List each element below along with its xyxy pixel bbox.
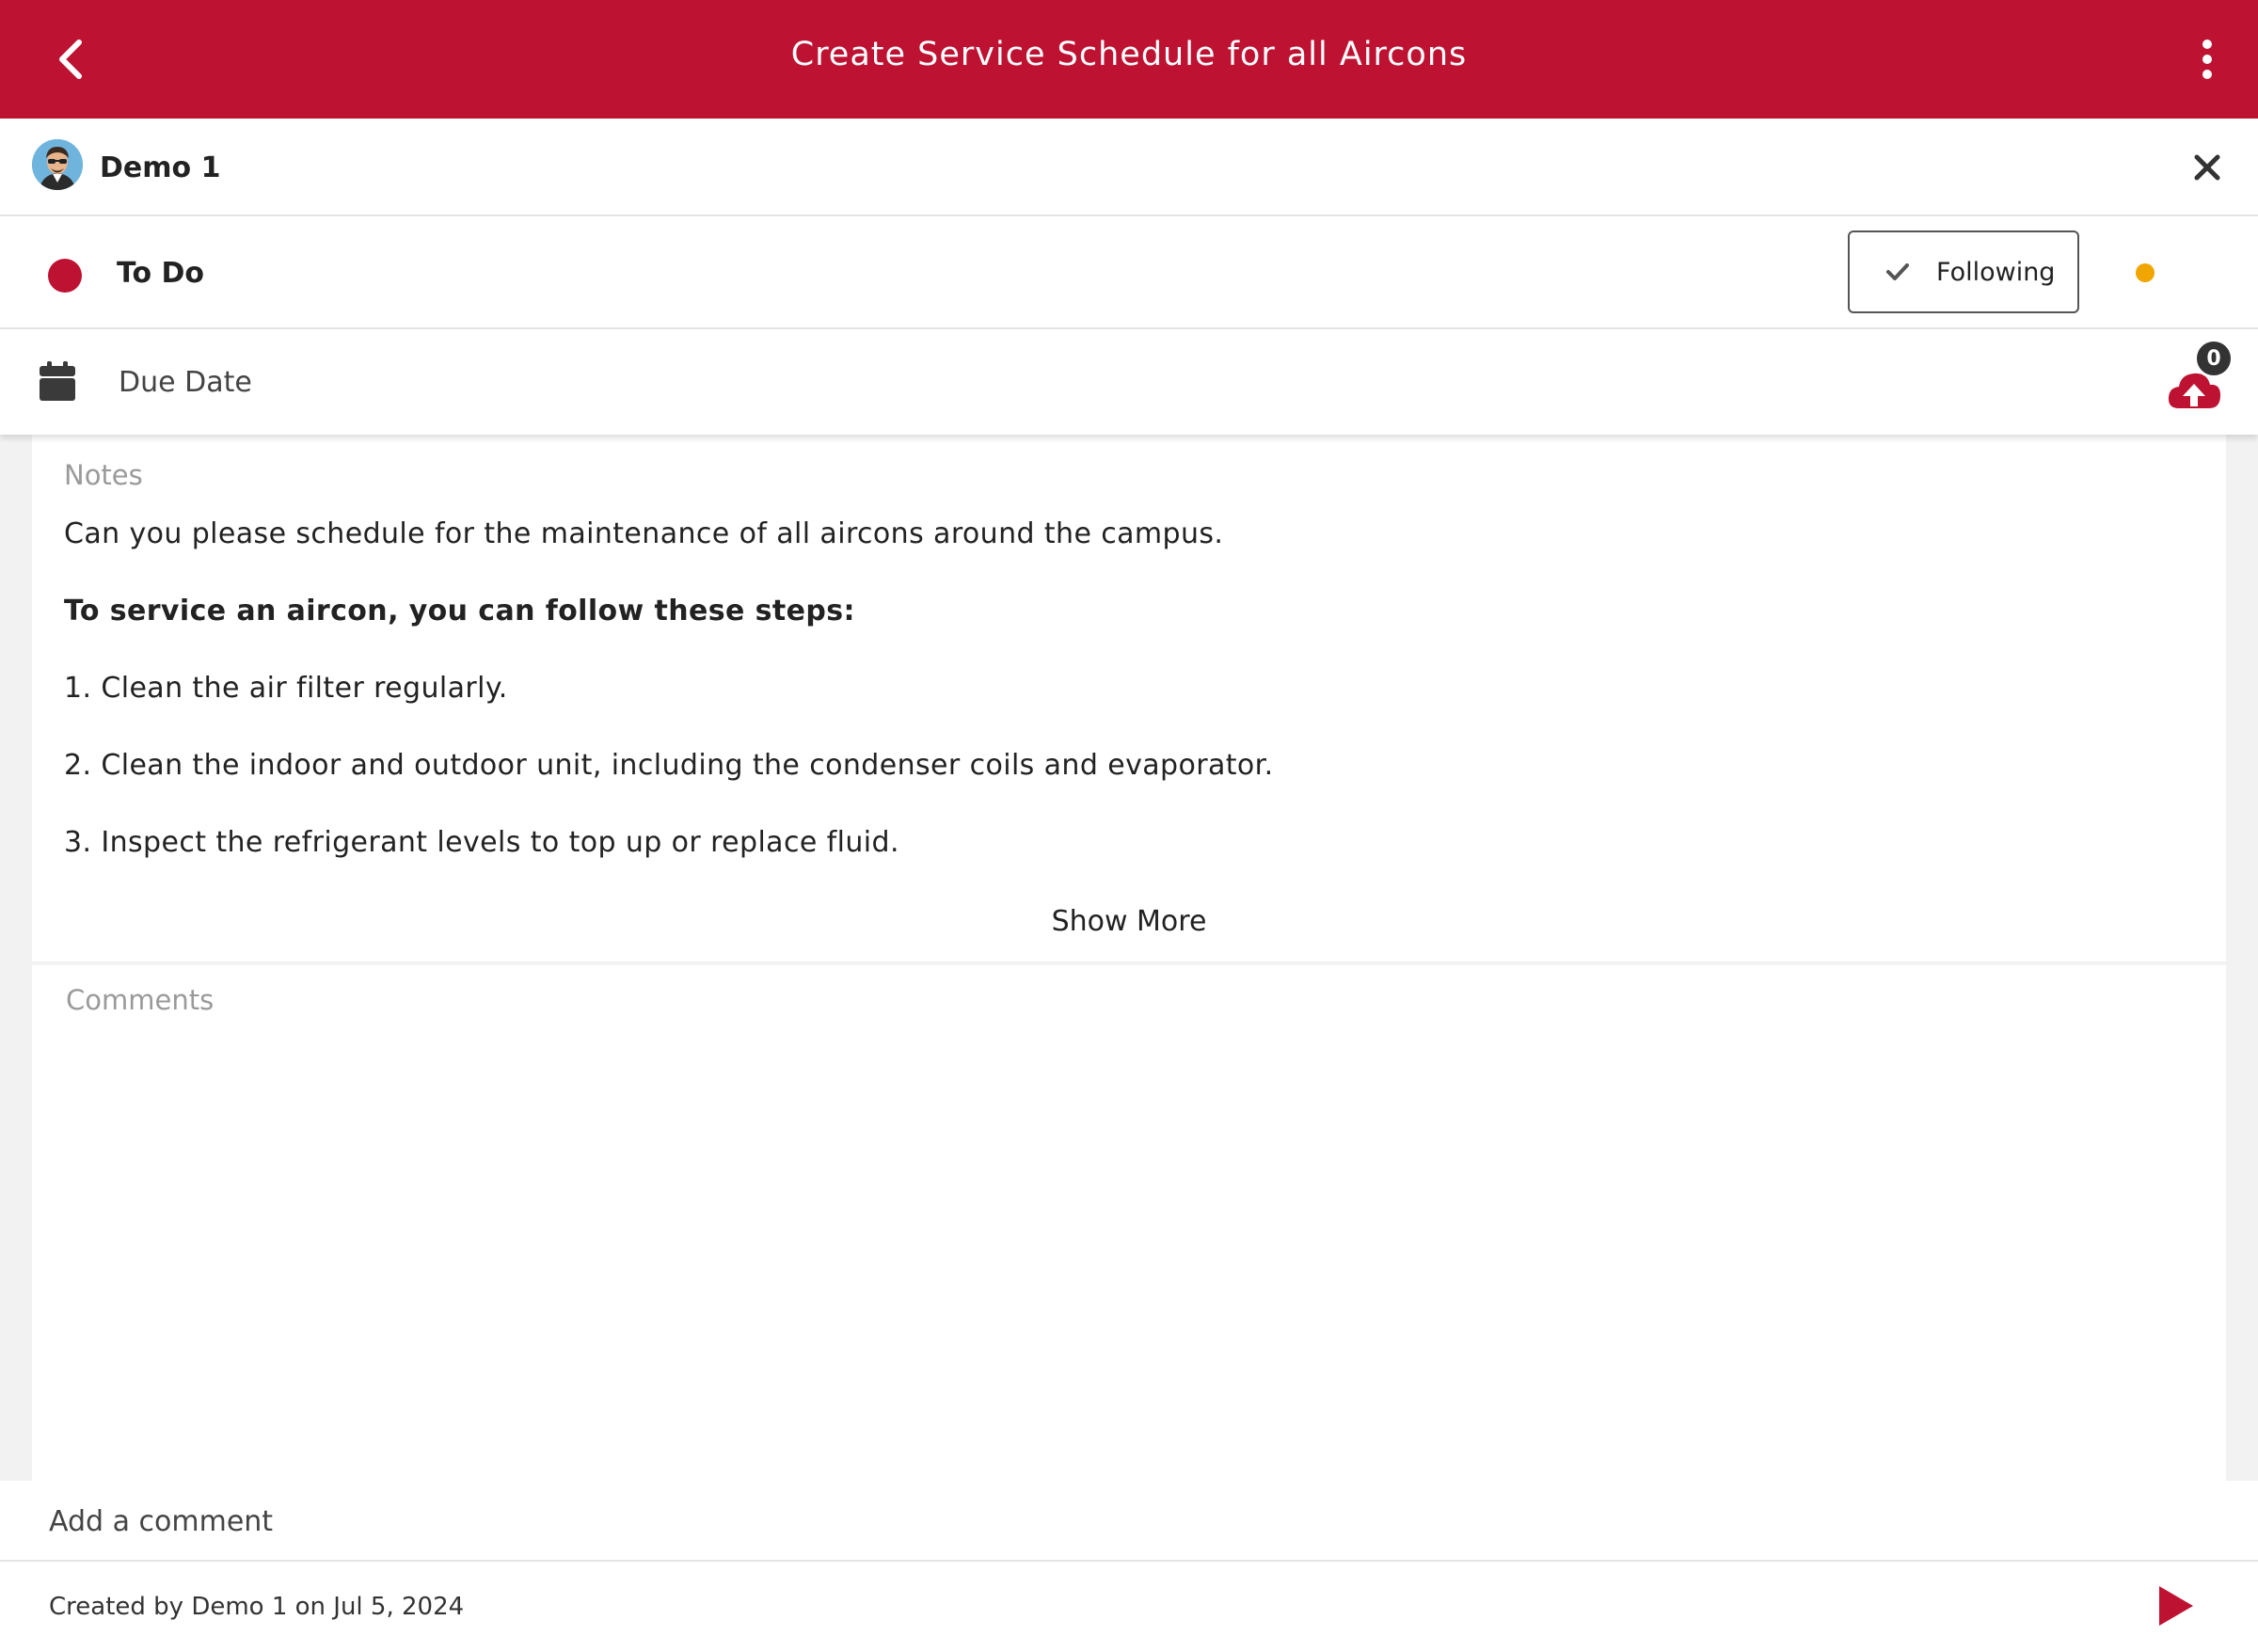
check-icon — [1885, 262, 1910, 281]
notes-label: Notes — [64, 459, 143, 491]
due-date-row[interactable]: Due Date 0 — [0, 329, 2258, 435]
comment-input[interactable] — [49, 1488, 2119, 1554]
attachment-count-badge: 0 — [2194, 339, 2234, 378]
assignee-row: Demo 1 — [0, 119, 2258, 216]
status-indicator[interactable] — [48, 259, 82, 293]
avatar[interactable] — [32, 139, 83, 190]
close-icon — [2194, 154, 2220, 181]
comments-label: Comments — [66, 984, 215, 1016]
notes-section: Notes Can you please schedule for the ma… — [32, 435, 2226, 961]
task-detail-screen: Create Service Schedule for all Aircons — [0, 0, 2258, 1652]
avatar-image — [32, 139, 83, 190]
back-button[interactable] — [38, 26, 103, 92]
footer: Created by Demo 1 on Jul 5, 2024 — [0, 1562, 2258, 1652]
notes-step-2: 2. Clean the indoor and outdoor unit, in… — [64, 749, 1274, 782]
priority-indicator[interactable] — [2136, 263, 2155, 282]
following-label: Following — [1936, 257, 2056, 287]
notes-paragraph: Can you please schedule for the maintena… — [64, 517, 1224, 550]
calendar-icon — [40, 361, 75, 401]
send-icon — [2159, 1586, 2193, 1626]
close-button[interactable] — [2181, 141, 2234, 194]
attachment-upload-button[interactable]: 0 — [2166, 339, 2241, 420]
app-header: Create Service Schedule for all Aircons — [0, 0, 2258, 119]
notes-step-3: 3. Inspect the refrigerant levels to top… — [64, 826, 899, 859]
send-comment-button[interactable] — [2155, 1582, 2198, 1629]
assignee-name: Demo 1 — [100, 151, 221, 184]
more-vertical-icon — [2202, 40, 2212, 79]
page-title: Create Service Schedule for all Aircons — [790, 36, 1468, 73]
due-date-label: Due Date — [119, 365, 252, 399]
comments-section: Comments — [32, 965, 2226, 1481]
back-arrow-icon — [59, 40, 82, 79]
created-by-text: Created by Demo 1 on Jul 5, 2024 — [49, 1593, 465, 1621]
following-button[interactable]: Following — [1848, 230, 2079, 313]
more-options-button[interactable] — [2181, 28, 2234, 90]
comment-input-row — [0, 1481, 2258, 1562]
show-more-button[interactable]: Show More — [32, 905, 2226, 938]
status-label[interactable]: To Do — [117, 216, 204, 329]
notes-steps-heading: To service an aircon, you can follow the… — [64, 595, 855, 627]
notes-step-1: 1. Clean the air filter regularly. — [64, 672, 508, 705]
status-row: To Do Following — [0, 216, 2258, 329]
